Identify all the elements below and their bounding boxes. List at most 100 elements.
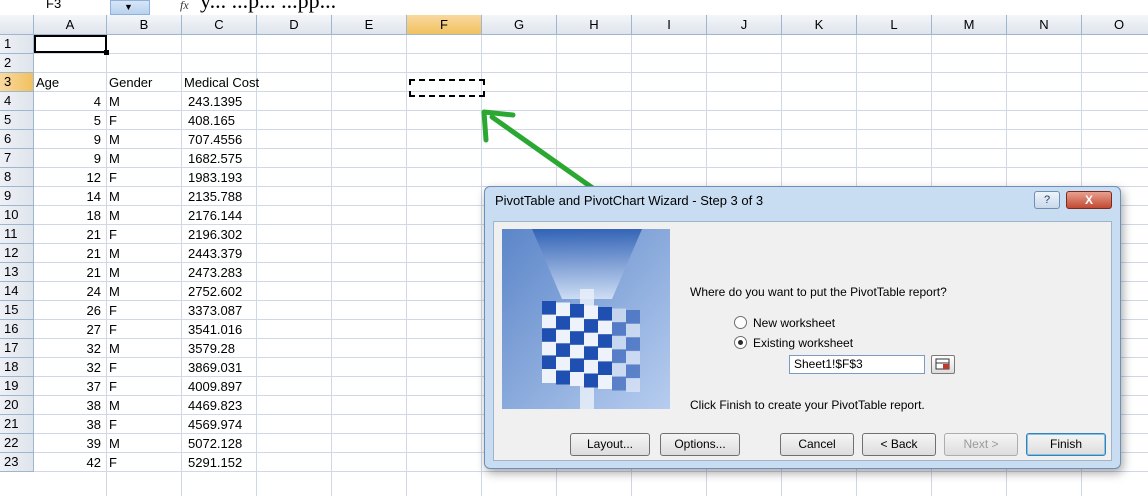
row-header[interactable]: 21 [0, 415, 34, 434]
help-button[interactable]: ? [1034, 191, 1060, 209]
radio-unselected-icon[interactable] [734, 316, 747, 329]
column-header[interactable]: G [482, 15, 557, 34]
age-cell[interactable]: 37 [34, 377, 101, 396]
medical-cost-cell[interactable]: 243.1395 [188, 92, 254, 111]
finish-button[interactable]: Finish [1026, 433, 1106, 456]
medical-cost-cell[interactable]: 2443.379 [188, 244, 254, 263]
medical-cost-cell[interactable]: 2752.602 [188, 282, 254, 301]
gender-cell[interactable]: F [109, 168, 169, 187]
gender-cell[interactable]: F [109, 377, 169, 396]
row-header[interactable]: 19 [0, 377, 34, 396]
row-header[interactable]: 9 [0, 187, 34, 206]
gender-cell[interactable]: M [109, 396, 169, 415]
row-header[interactable]: 17 [0, 339, 34, 358]
header-cell-medical-cost[interactable]: Medical Cost [184, 73, 284, 92]
gender-cell[interactable]: M [109, 339, 169, 358]
row-header[interactable]: 18 [0, 358, 34, 377]
column-header[interactable]: B [107, 15, 182, 34]
medical-cost-cell[interactable]: 3579.28 [188, 339, 254, 358]
gender-cell[interactable]: M [109, 434, 169, 453]
column-header[interactable]: F [407, 15, 482, 34]
gender-cell[interactable]: M [109, 92, 169, 111]
age-cell[interactable]: 32 [34, 358, 101, 377]
gender-cell[interactable]: M [109, 263, 169, 282]
medical-cost-cell[interactable]: 1983.193 [188, 168, 254, 187]
age-cell[interactable]: 38 [34, 415, 101, 434]
close-button[interactable]: X [1066, 191, 1112, 209]
age-cell[interactable]: 38 [34, 396, 101, 415]
medical-cost-cell[interactable]: 2473.283 [188, 263, 254, 282]
row-header[interactable]: 16 [0, 320, 34, 339]
age-cell[interactable]: 21 [34, 263, 101, 282]
name-box-dropdown[interactable]: ▼ [110, 0, 150, 15]
medical-cost-cell[interactable]: 3869.031 [188, 358, 254, 377]
row-header[interactable]: 1 [0, 35, 34, 54]
row-header[interactable]: 3 [0, 73, 34, 92]
row-header[interactable]: 20 [0, 396, 34, 415]
medical-cost-cell[interactable]: 4469.823 [188, 396, 254, 415]
back-button[interactable]: < Back [862, 433, 936, 456]
gender-cell[interactable]: F [109, 358, 169, 377]
row-header[interactable]: 5 [0, 111, 34, 130]
column-header[interactable]: E [332, 15, 407, 34]
row-header[interactable]: 7 [0, 149, 34, 168]
column-header[interactable]: H [557, 15, 632, 34]
medical-cost-cell[interactable]: 2176.144 [188, 206, 254, 225]
medical-cost-cell[interactable]: 3373.087 [188, 301, 254, 320]
row-header[interactable]: 14 [0, 282, 34, 301]
age-cell[interactable]: 42 [34, 453, 101, 472]
row-header[interactable]: 2 [0, 54, 34, 73]
age-cell[interactable]: 5 [34, 111, 101, 130]
radio-selected-icon[interactable] [734, 336, 747, 349]
medical-cost-cell[interactable]: 2135.788 [188, 187, 254, 206]
column-header[interactable]: N [1007, 15, 1082, 34]
gender-cell[interactable]: M [109, 282, 169, 301]
row-header[interactable]: 11 [0, 225, 34, 244]
row-header[interactable]: 10 [0, 206, 34, 225]
column-header[interactable]: I [632, 15, 707, 34]
gender-cell[interactable]: M [109, 244, 169, 263]
gender-cell[interactable]: F [109, 453, 169, 472]
column-header[interactable]: J [707, 15, 782, 34]
options-button[interactable]: Options... [660, 433, 740, 456]
row-header[interactable]: 23 [0, 453, 34, 472]
age-cell[interactable]: 18 [34, 206, 101, 225]
column-header[interactable]: K [782, 15, 857, 34]
gender-cell[interactable]: M [109, 206, 169, 225]
age-cell[interactable]: 9 [34, 130, 101, 149]
medical-cost-cell[interactable]: 4569.974 [188, 415, 254, 434]
age-cell[interactable]: 26 [34, 301, 101, 320]
medical-cost-cell[interactable]: 5291.152 [188, 453, 254, 472]
column-header[interactable]: D [257, 15, 332, 34]
row-header[interactable]: 15 [0, 301, 34, 320]
existing-worksheet-option[interactable]: Existing worksheet [734, 336, 853, 350]
gender-cell[interactable]: F [109, 111, 169, 130]
age-cell[interactable]: 24 [34, 282, 101, 301]
age-cell[interactable]: 32 [34, 339, 101, 358]
medical-cost-cell[interactable]: 3541.016 [188, 320, 254, 339]
header-cell-gender[interactable]: Gender [109, 73, 179, 92]
medical-cost-cell[interactable]: 1682.575 [188, 149, 254, 168]
fx-icon[interactable]: fx [180, 0, 189, 13]
age-cell[interactable]: 39 [34, 434, 101, 453]
age-cell[interactable]: 27 [34, 320, 101, 339]
select-all-corner[interactable] [0, 15, 34, 34]
medical-cost-cell[interactable]: 2196.302 [188, 225, 254, 244]
age-cell[interactable]: 14 [34, 187, 101, 206]
column-header[interactable]: L [857, 15, 932, 34]
row-header[interactable]: 12 [0, 244, 34, 263]
gender-cell[interactable]: F [109, 301, 169, 320]
row-header[interactable]: 4 [0, 92, 34, 111]
name-box[interactable]: F3 [34, 0, 118, 12]
gender-cell[interactable]: F [109, 225, 169, 244]
row-header[interactable]: 8 [0, 168, 34, 187]
row-header[interactable]: 22 [0, 434, 34, 453]
collapse-dialog-button[interactable] [931, 355, 955, 374]
medical-cost-cell[interactable]: 4009.897 [188, 377, 254, 396]
row-header[interactable]: 6 [0, 130, 34, 149]
column-header[interactable]: A [34, 15, 107, 34]
layout-button[interactable]: Layout... [570, 433, 650, 456]
column-header[interactable]: O [1082, 15, 1148, 34]
column-header[interactable]: M [932, 15, 1007, 34]
gender-cell[interactable]: M [109, 149, 169, 168]
